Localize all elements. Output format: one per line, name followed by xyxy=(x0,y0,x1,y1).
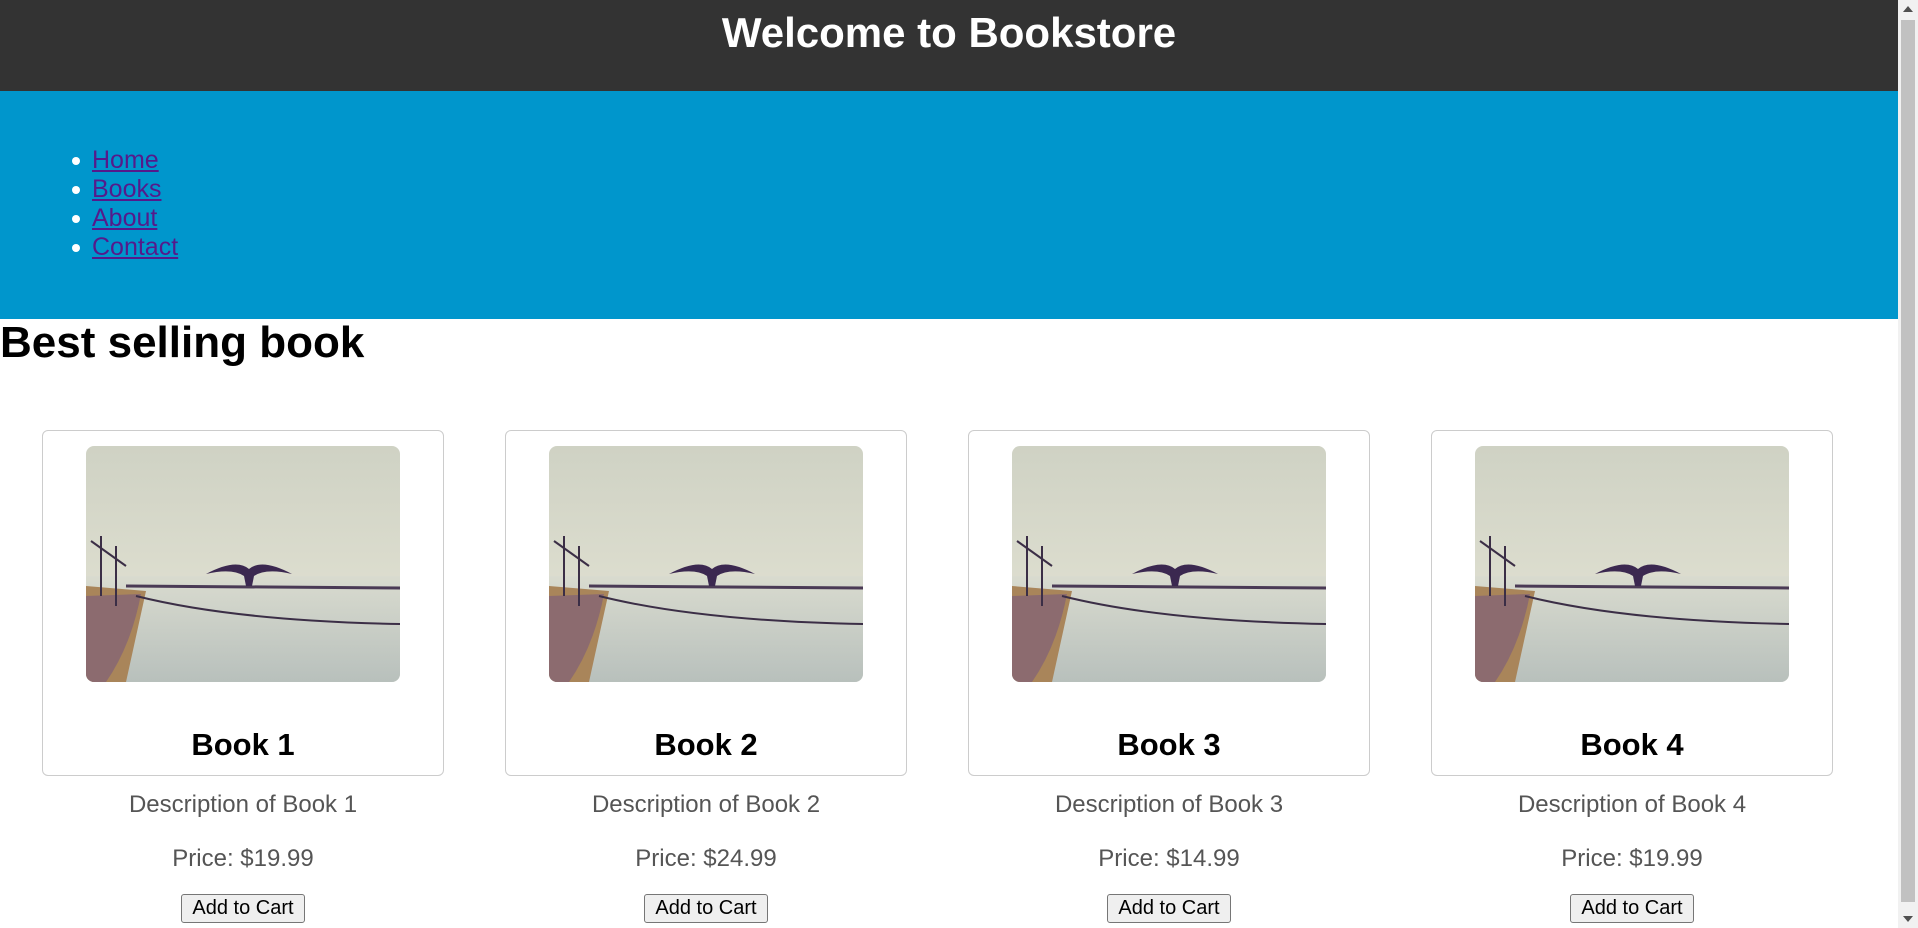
site-header: Welcome to Bookstore xyxy=(0,0,1898,91)
book-description: Description of Book 3 xyxy=(1054,791,1284,818)
cover-photo xyxy=(1475,446,1789,682)
book-item: Book 1 Description of Book 1 Price: $19.… xyxy=(42,430,444,923)
book-cover-image xyxy=(86,446,400,682)
nav-link-home[interactable]: Home xyxy=(92,146,159,174)
book-description: Description of Book 1 xyxy=(128,791,358,818)
book-cover-image xyxy=(1475,446,1789,682)
nav-link-contact[interactable]: Contact xyxy=(92,233,178,261)
add-to-cart-button[interactable]: Add to Cart xyxy=(1570,894,1694,923)
page: Welcome to Bookstore Home Books About Co… xyxy=(0,0,1898,928)
book-price: Price: $14.99 xyxy=(1098,845,1240,872)
add-to-cart-button[interactable]: Add to Cart xyxy=(644,894,768,923)
scrollbar-thumb[interactable] xyxy=(1901,20,1915,902)
section-title: Best selling book xyxy=(0,318,365,367)
book-description: Description of Book 4 xyxy=(1517,791,1747,818)
scroll-down-arrow-icon[interactable] xyxy=(1898,910,1918,928)
scroll-up-arrow-icon[interactable] xyxy=(1898,0,1918,18)
vertical-scrollbar[interactable] xyxy=(1898,0,1918,928)
book-card: Book 3 xyxy=(968,430,1370,776)
nav-list: Home Books About Contact xyxy=(71,146,178,262)
book-title: Book 4 xyxy=(1580,727,1684,762)
book-cover-image xyxy=(1012,446,1326,682)
book-card: Book 4 xyxy=(1431,430,1833,776)
book-price: Price: $24.99 xyxy=(635,845,777,872)
nav-item-about: About xyxy=(71,204,178,233)
book-price: Price: $19.99 xyxy=(1561,845,1703,872)
book-item: Book 4 Description of Book 4 Price: $19.… xyxy=(1431,430,1833,923)
nav-item-home: Home xyxy=(71,146,178,175)
main-nav: Home Books About Contact xyxy=(0,91,1898,319)
book-cover-image xyxy=(549,446,863,682)
book-card: Book 1 xyxy=(42,430,444,776)
book-title: Book 2 xyxy=(654,727,758,762)
book-card: Book 2 xyxy=(505,430,907,776)
book-title: Book 3 xyxy=(1117,727,1221,762)
book-item: Book 3 Description of Book 3 Price: $14.… xyxy=(968,430,1370,923)
nav-item-books: Books xyxy=(71,175,178,204)
nav-link-about[interactable]: About xyxy=(92,204,157,232)
book-item: Book 2 Description of Book 2 Price: $24.… xyxy=(505,430,907,923)
add-to-cart-button[interactable]: Add to Cart xyxy=(1107,894,1231,923)
book-description: Description of Book 2 xyxy=(591,791,821,818)
nav-item-contact: Contact xyxy=(71,233,178,262)
page-title: Welcome to Bookstore xyxy=(721,9,1177,56)
cover-photo xyxy=(86,446,400,682)
nav-link-books[interactable]: Books xyxy=(92,175,161,203)
add-to-cart-button[interactable]: Add to Cart xyxy=(181,894,305,923)
book-grid: Book 1 Description of Book 1 Price: $19.… xyxy=(0,430,1898,928)
cover-photo xyxy=(1012,446,1326,682)
book-title: Book 1 xyxy=(191,727,295,762)
cover-photo xyxy=(549,446,863,682)
book-price: Price: $19.99 xyxy=(172,845,314,872)
